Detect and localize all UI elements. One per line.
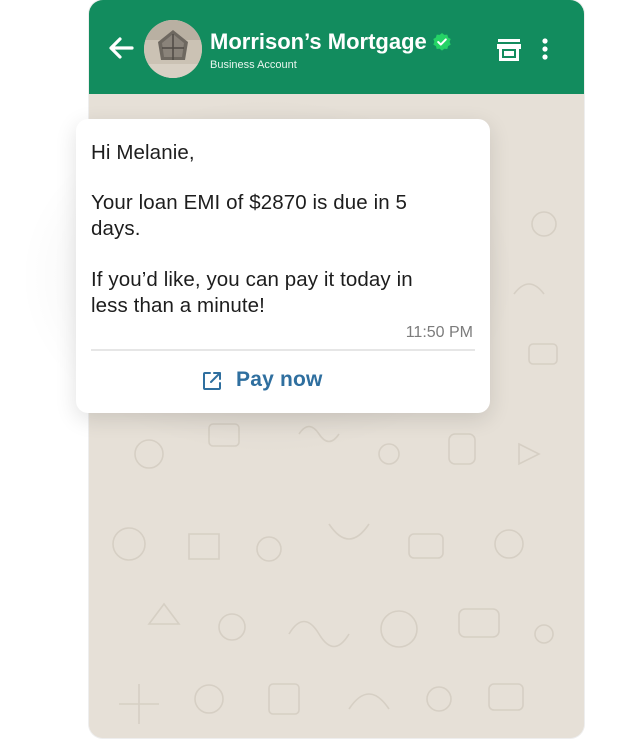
avatar[interactable]	[144, 20, 202, 78]
pay-now-button[interactable]: Pay now	[76, 351, 490, 411]
account-type: Business Account	[210, 59, 297, 71]
pay-now-label: Pay now	[236, 368, 323, 391]
message-line-4: less than a minute!	[91, 294, 265, 317]
message-timestamp: 11:50 PM	[405, 324, 473, 341]
message-line-3: If you’d like, you can pay it today in	[91, 268, 413, 291]
verified-icon	[433, 33, 451, 51]
contact-name[interactable]: Morrison’s Mortgage	[210, 29, 427, 55]
message-line-2: days.	[91, 217, 141, 240]
store-icon[interactable]	[496, 38, 522, 62]
avatar-image	[144, 20, 202, 78]
back-arrow-icon[interactable]	[106, 33, 136, 63]
message-line-1: Your loan EMI of $2870 is due in 5	[91, 191, 408, 214]
message-greeting: Hi Melanie,	[91, 141, 195, 164]
external-link-icon	[203, 372, 221, 390]
chat-header: Morrison’s Mortgage Business Account	[89, 0, 584, 94]
message-bubble: Hi Melanie, Your loan EMI of $2870 is du…	[76, 119, 490, 413]
more-vert-icon[interactable]	[538, 37, 552, 61]
